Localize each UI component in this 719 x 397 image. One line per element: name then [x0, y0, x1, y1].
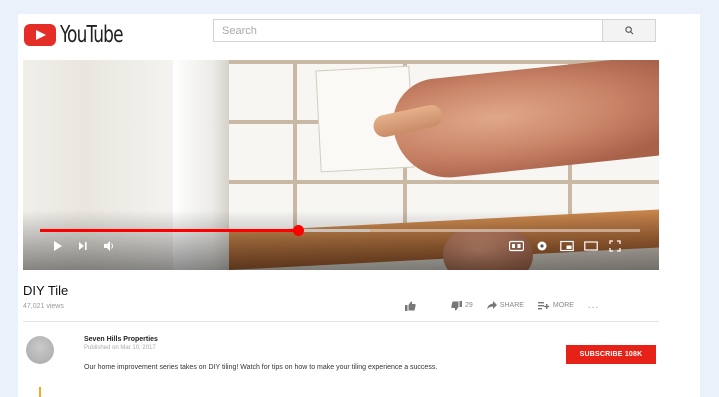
- publish-date: Published on Mar 10, 2017: [84, 345, 156, 351]
- video-title: DIY Tile: [23, 283, 69, 298]
- channel-avatar[interactable]: [26, 336, 54, 364]
- search-input[interactable]: [214, 20, 602, 41]
- next-icon: [79, 242, 87, 250]
- dislike-count: 29: [465, 302, 473, 309]
- progress-scrubber[interactable]: [293, 225, 304, 236]
- share-button[interactable]: SHARE: [486, 301, 524, 310]
- volume-icon: [104, 241, 113, 251]
- accent-marker: [39, 387, 41, 397]
- theater-icon: [584, 241, 598, 251]
- search-bar: [213, 19, 656, 42]
- like-icon: [405, 301, 416, 311]
- search-icon: [624, 26, 633, 35]
- theater-button[interactable]: [584, 240, 598, 252]
- settings-icon: [537, 241, 547, 251]
- play-icon: [54, 241, 62, 251]
- youtube-logo[interactable]: YouTube: [24, 22, 137, 48]
- hd-icon: [509, 240, 524, 252]
- more-label: MORE: [552, 302, 574, 309]
- miniplayer-button[interactable]: [560, 240, 574, 252]
- dislike-icon: [451, 300, 462, 310]
- progress-played: [40, 229, 298, 232]
- share-label: SHARE: [499, 302, 524, 309]
- play-button[interactable]: [53, 240, 63, 252]
- dislike-button[interactable]: 29: [451, 300, 473, 311]
- progress-bar[interactable]: [40, 225, 640, 236]
- add-to-button[interactable]: MORE: [537, 301, 574, 310]
- search-button[interactable]: [602, 20, 655, 41]
- divider: [23, 321, 659, 322]
- miniplayer-icon: [560, 240, 574, 252]
- fullscreen-button[interactable]: [609, 240, 621, 252]
- view-count: 47,021 views: [23, 303, 64, 310]
- channel-name[interactable]: Seven Hills Properties: [84, 336, 158, 343]
- volume-button[interactable]: [103, 240, 115, 252]
- quality-button[interactable]: [509, 240, 524, 252]
- video-player[interactable]: [23, 60, 659, 270]
- like-button[interactable]: [405, 301, 419, 311]
- video-description: Our home improvement series takes on DIY…: [84, 364, 438, 371]
- share-icon: [486, 301, 497, 310]
- fullscreen-icon: [609, 240, 621, 252]
- video-actions: 29 SHARE MORE ...: [405, 300, 599, 311]
- youtube-logo-icon: [24, 24, 56, 46]
- more-options-button[interactable]: ...: [588, 300, 599, 311]
- subscribe-button[interactable]: SUBSCRIBE 108K: [566, 345, 656, 364]
- add-to-icon: [537, 302, 550, 310]
- logo-text: YouTube: [60, 22, 124, 48]
- settings-button[interactable]: [536, 240, 548, 252]
- next-button[interactable]: [78, 240, 88, 252]
